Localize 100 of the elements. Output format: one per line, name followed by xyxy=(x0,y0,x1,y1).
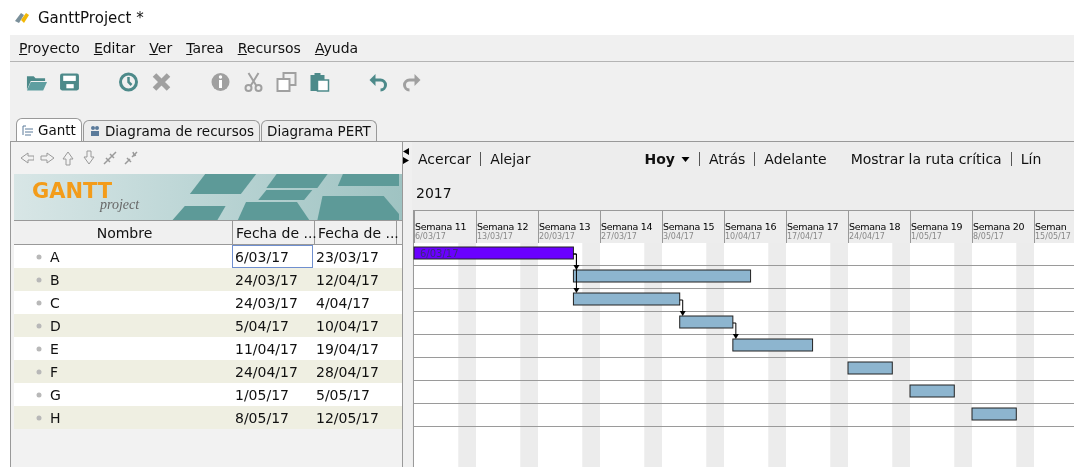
back-link[interactable]: Atrás xyxy=(706,151,748,167)
week-date: 8/05/17 xyxy=(973,232,1005,241)
task-bar[interactable] xyxy=(413,246,574,260)
table-cell[interactable]: 4/04/17 xyxy=(313,291,394,314)
paste-icon[interactable] xyxy=(309,72,330,92)
cut-icon[interactable] xyxy=(243,72,264,92)
week-date: 20/03/17 xyxy=(539,232,576,241)
table-cell[interactable]: 24/04/17 xyxy=(232,360,313,383)
bullet-icon xyxy=(36,276,42,283)
bar-label: 6/03/17 xyxy=(420,248,459,259)
week-date: 27/03/17 xyxy=(601,232,638,241)
gantt-project-logo: GANTT project xyxy=(32,179,141,214)
menu-item[interactable]: Editar xyxy=(88,40,141,56)
table-cell[interactable]: 12/04/17 xyxy=(313,268,394,291)
table-cell[interactable]: 24/03/17 xyxy=(232,291,313,314)
menu-item[interactable]: Ver xyxy=(144,40,178,56)
task-name[interactable]: E xyxy=(50,340,59,357)
window-title: GanttProject * xyxy=(38,8,144,27)
week-date: 15/05/17 xyxy=(1035,232,1072,241)
save-icon[interactable] xyxy=(59,72,80,92)
task-name[interactable]: H xyxy=(50,409,61,426)
column-header[interactable]: Fecha de ... xyxy=(315,221,397,244)
table-cell[interactable]: 24/03/17 xyxy=(232,268,313,291)
table-cell[interactable]: 1/05/17 xyxy=(232,383,313,406)
table-cell[interactable]: 19/04/17 xyxy=(313,337,394,360)
bullet-icon xyxy=(36,414,42,421)
week-date: 10/04/17 xyxy=(725,232,762,241)
collapse-arrows-icon[interactable] xyxy=(403,148,409,164)
task-bar[interactable] xyxy=(909,384,955,398)
dependency-arrow xyxy=(732,322,739,339)
arrow-icon[interactable] xyxy=(60,150,76,166)
week-label: Semana 19 xyxy=(911,221,964,232)
bullet-icon xyxy=(36,368,42,375)
week-label: Semana 18 xyxy=(849,221,902,232)
table-cell[interactable]: 10/04/17 xyxy=(313,314,394,337)
critical-path-link[interactable]: Mostrar la ruta crítica xyxy=(848,151,1004,167)
week-label: Semana 13 xyxy=(539,221,592,232)
table-cell[interactable]: 5/04/17 xyxy=(232,314,313,337)
task-name[interactable]: A xyxy=(50,248,60,265)
bullet-icon xyxy=(36,253,42,260)
info-icon[interactable] xyxy=(210,72,231,92)
task-bar[interactable] xyxy=(572,269,752,283)
table-cell[interactable]: 5/05/17 xyxy=(313,383,394,406)
week-date: 6/03/17 xyxy=(415,232,447,241)
table-cell[interactable]: 6/03/17 xyxy=(232,245,313,268)
tree-list-icon xyxy=(22,124,34,136)
task-name[interactable]: C xyxy=(50,294,60,311)
toolbar-link[interactable]: Lín xyxy=(1018,151,1044,167)
bullet-icon xyxy=(36,299,42,306)
clock-icon[interactable] xyxy=(118,72,139,92)
table-cell[interactable]: 12/05/17 xyxy=(313,406,394,429)
week-date: 3/04/17 xyxy=(663,232,695,241)
table-cell[interactable]: 28/04/17 xyxy=(313,360,394,383)
dependency-arrow xyxy=(679,299,686,316)
caret-icon xyxy=(680,156,690,162)
week-date: 1/05/17 xyxy=(911,232,943,241)
task-bar[interactable] xyxy=(847,361,893,375)
task-name[interactable]: G xyxy=(50,386,61,403)
view-tab[interactable]: Gantt xyxy=(16,118,82,141)
copy-icon[interactable] xyxy=(276,72,297,92)
today-dropdown[interactable]: Hoy xyxy=(642,151,692,167)
view-tab[interactable]: Diagrama PERT xyxy=(261,120,377,141)
forward-link[interactable]: Adelante xyxy=(762,151,829,167)
undo-icon[interactable] xyxy=(368,72,389,92)
column-header[interactable]: Fecha de ... xyxy=(233,221,315,244)
task-bar[interactable] xyxy=(732,338,814,352)
link-icon[interactable] xyxy=(102,150,118,166)
week-label: Seman xyxy=(1035,221,1068,232)
redo-icon[interactable] xyxy=(401,72,422,92)
arrow-icon[interactable] xyxy=(18,150,34,166)
zoom-in-link[interactable]: Acercar xyxy=(416,151,474,167)
week-date: 17/04/17 xyxy=(787,232,824,241)
task-name[interactable]: B xyxy=(50,271,60,288)
week-label: Semana 17 xyxy=(787,221,840,232)
table-cell[interactable]: 11/04/17 xyxy=(232,337,313,360)
people-icon xyxy=(88,125,101,137)
unlink-icon[interactable] xyxy=(123,150,139,166)
task-bar[interactable] xyxy=(971,407,1017,421)
menu-item[interactable]: Tarea xyxy=(181,40,229,56)
zoom-out-link[interactable]: Alejar xyxy=(488,151,533,167)
task-name[interactable]: D xyxy=(50,317,61,334)
column-header[interactable]: Nombre xyxy=(14,221,233,244)
delete-icon[interactable] xyxy=(151,72,172,92)
menu-item[interactable]: Recursos xyxy=(232,40,306,56)
menu-item[interactable]: Ayuda xyxy=(309,40,364,56)
week-label: Semana 11 xyxy=(415,221,468,232)
table-cell[interactable]: 23/03/17 xyxy=(313,245,394,268)
bullet-icon xyxy=(36,345,42,352)
menu-item[interactable]: Proyecto xyxy=(14,40,85,56)
app-logo-icon xyxy=(14,10,30,25)
view-tab[interactable]: Diagrama de recursos xyxy=(82,120,260,141)
task-name[interactable]: F xyxy=(50,363,59,380)
week-date: 13/03/17 xyxy=(477,232,514,241)
table-cell[interactable]: 8/05/17 xyxy=(232,406,313,429)
task-bar[interactable] xyxy=(572,292,681,306)
arrow-icon[interactable] xyxy=(81,150,97,166)
task-bar[interactable] xyxy=(679,315,734,329)
arrow-icon[interactable] xyxy=(39,150,55,166)
week-label: Semana 12 xyxy=(477,221,530,232)
year-label: 2017 xyxy=(415,184,453,203)
